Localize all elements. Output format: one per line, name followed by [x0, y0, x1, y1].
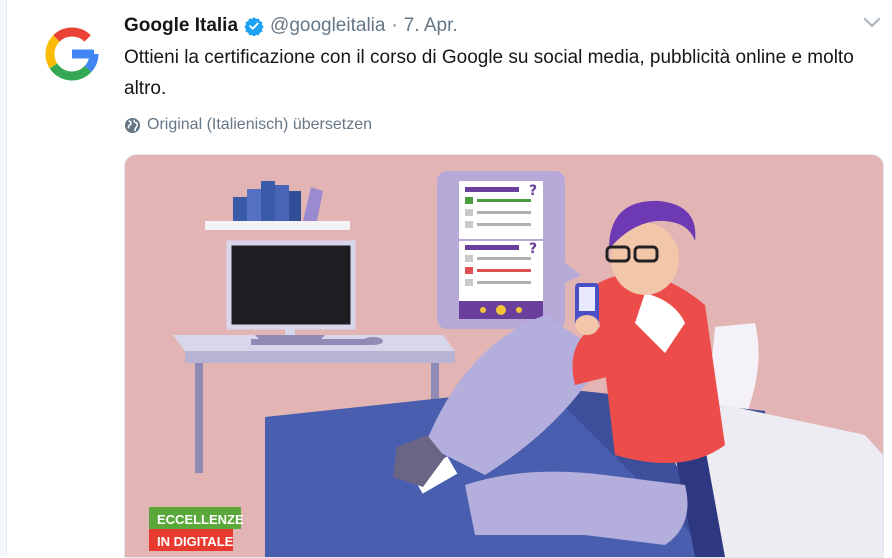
badge-line2: IN DIGITALE [157, 534, 234, 549]
author-name[interactable]: Google Italia [124, 15, 238, 37]
quiz-mark-top: ? [529, 183, 537, 199]
quiz-mark-bottom: ? [529, 241, 537, 257]
verified-badge-icon [244, 17, 264, 36]
left-page-edge [0, 0, 7, 556]
tweet-text: Ottieni la certificazione con il corso d… [124, 47, 854, 99]
translate-label: Original (Italienisch) übersetzen [147, 116, 372, 133]
badge-line1: ECCELLENZE [157, 512, 244, 527]
author-handle[interactable]: @googleitalia [270, 15, 385, 37]
illustration: ? ? ECCELLENZE IN DIGITALE [125, 155, 883, 557]
chevron-down-icon[interactable] [862, 16, 882, 30]
translate-tweet-link[interactable]: Original (Italienisch) übersetzen [124, 116, 372, 134]
mouse [363, 337, 383, 345]
globe-icon [124, 117, 141, 133]
leg-straight [465, 471, 688, 545]
tweet-date-link[interactable]: 7. Apr. [404, 15, 458, 37]
tweet-media-image[interactable]: ? ? ECCELLENZE IN DIGITALE [124, 154, 884, 558]
avatar[interactable] [44, 26, 100, 82]
shelf [205, 221, 350, 230]
google-g-logo-icon [45, 27, 99, 81]
monitor [226, 240, 356, 330]
tweet-header: Google Italia @googleitalia · 7. Apr. [124, 14, 458, 38]
header-separator: · [391, 15, 398, 36]
keyboard [251, 339, 369, 345]
